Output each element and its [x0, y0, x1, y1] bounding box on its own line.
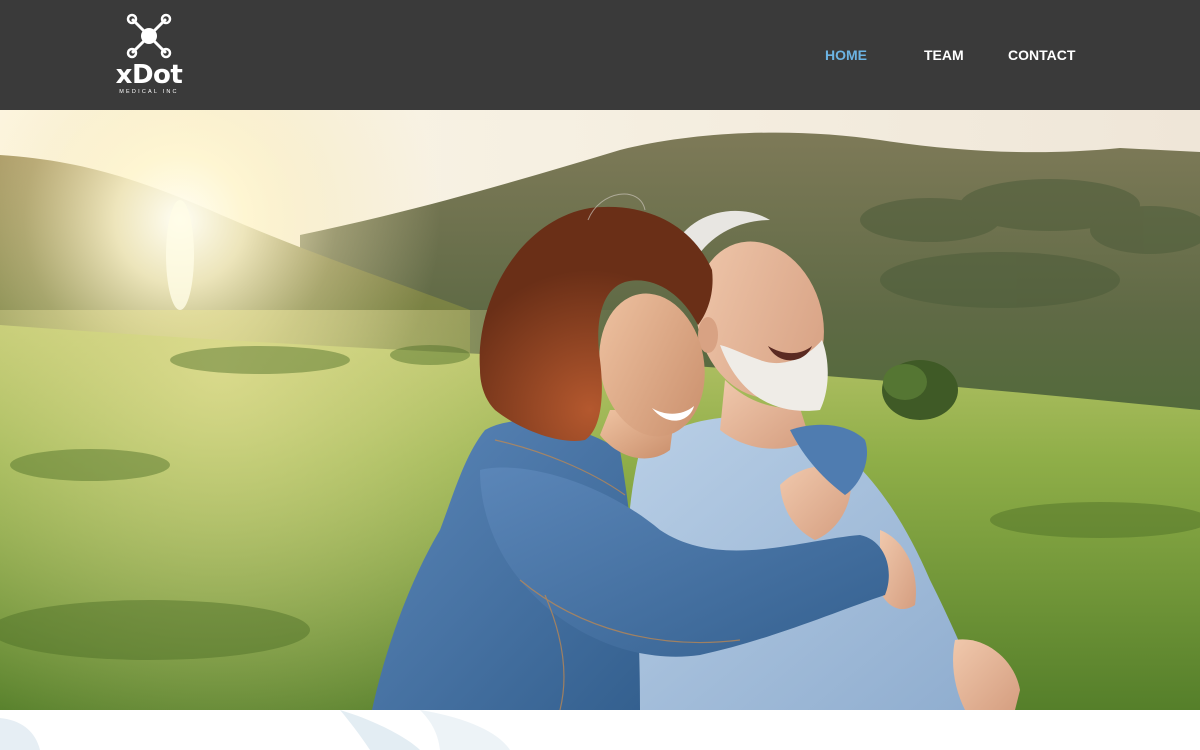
nav-link-team[interactable]: TEAM	[924, 45, 964, 65]
nav-link-contact[interactable]: CONTACT	[1008, 45, 1075, 65]
hero-banner	[0, 110, 1200, 710]
nav-link-home[interactable]: HOME	[825, 45, 867, 65]
brand-name: xDot	[115, 60, 183, 90]
decorative-wave	[0, 710, 510, 750]
brand-tagline: MEDICAL INC	[119, 89, 179, 95]
drone-x-icon	[126, 13, 172, 59]
content-section	[0, 710, 1200, 750]
hero-photo	[0, 110, 1200, 710]
site-header: xDot MEDICAL INC HOME TEAM CONTACT	[0, 0, 1200, 110]
brand-logo[interactable]: xDot MEDICAL INC	[108, 13, 190, 97]
